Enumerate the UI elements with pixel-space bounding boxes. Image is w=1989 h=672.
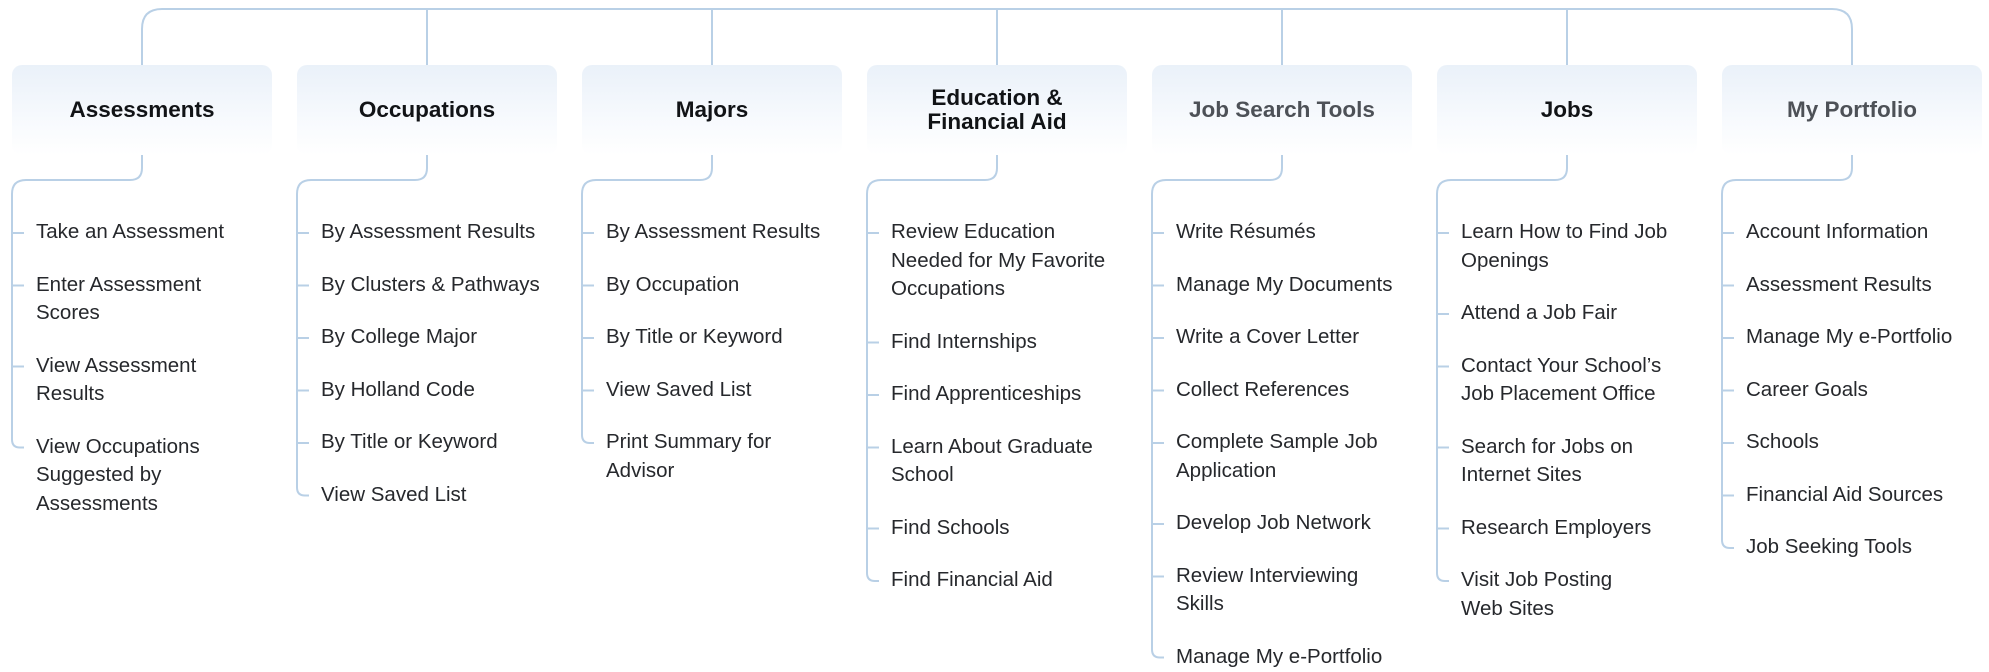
menu-item-3-0[interactable]: Review Education (891, 218, 1055, 246)
menu-item-3-1[interactable]: Find Internships (891, 328, 1037, 356)
header-to-rail-connector (296, 155, 428, 195)
menu-item-4-0[interactable]: Write Résumés (1176, 218, 1316, 246)
menu-item-4-2[interactable]: Write a Cover Letter (1176, 323, 1359, 351)
menu-item-3-5[interactable]: Find Financial Aid (891, 566, 1053, 594)
menu-item-6-6[interactable]: Job Seeking Tools (1746, 533, 1912, 561)
menu-item-4-6[interactable]: Skills (1176, 590, 1224, 618)
menu-item-4-5[interactable]: Develop Job Network (1176, 509, 1371, 537)
menu-item-2-3[interactable]: View Saved List (606, 376, 751, 404)
menu-item-6-4[interactable]: Schools (1746, 428, 1819, 456)
menu-item-4-4[interactable]: Application (1176, 457, 1276, 485)
category-header-2[interactable]: Majors (582, 65, 842, 155)
menu-item-6-1[interactable]: Assessment Results (1746, 271, 1932, 299)
category-header-4[interactable]: Job Search Tools (1152, 65, 1412, 155)
menu-item-2-1[interactable]: By Occupation (606, 271, 739, 299)
menu-item-5-4[interactable]: Research Employers (1461, 514, 1651, 542)
menu-item-1-0[interactable]: By Assessment Results (321, 218, 535, 246)
category-header-label: Job Search Tools (1189, 97, 1375, 122)
menu-item-0-1[interactable]: Scores (36, 299, 100, 327)
header-to-rail-connector (1721, 155, 1853, 195)
menu-item-0-3[interactable]: View Occupations (36, 433, 200, 461)
menu-item-4-3[interactable]: Collect References (1176, 376, 1349, 404)
category-header-label: Majors (675, 97, 749, 122)
menu-item-3-2[interactable]: Find Apprenticeships (891, 380, 1081, 408)
category-header-1[interactable]: Occupations (297, 65, 557, 155)
menu-item-0-2[interactable]: Results (36, 380, 104, 408)
menu-item-3-3[interactable]: School (891, 461, 954, 489)
menu-item-5-5[interactable]: Web Sites (1461, 595, 1554, 623)
menu-item-5-0[interactable]: Learn How to Find Job (1461, 218, 1667, 246)
menu-item-2-2[interactable]: By Title or Keyword (606, 323, 783, 351)
category-header-5[interactable]: Jobs (1437, 65, 1697, 155)
menu-item-6-0[interactable]: Account Information (1746, 218, 1928, 246)
menu-item-1-4[interactable]: By Title or Keyword (321, 428, 498, 456)
menu-item-0-3[interactable]: Assessments (36, 490, 158, 518)
item-rail (1436, 194, 1449, 582)
menu-item-5-1[interactable]: Attend a Job Fair (1461, 299, 1617, 327)
menu-item-3-4[interactable]: Find Schools (891, 514, 1010, 542)
item-rail (581, 194, 594, 444)
category-header-label-line: Education & (931, 85, 1063, 110)
menu-item-5-5[interactable]: Visit Job Posting (1461, 566, 1612, 594)
menu-item-4-6[interactable]: Review Interviewing (1176, 562, 1358, 590)
menu-item-2-4[interactable]: Advisor (606, 457, 674, 485)
menu-item-5-2[interactable]: Contact Your School’s (1461, 352, 1661, 380)
menu-item-2-4[interactable]: Print Summary for (606, 428, 771, 456)
menu-item-6-5[interactable]: Financial Aid Sources (1746, 481, 1943, 509)
menu-item-6-2[interactable]: Manage My e-Portfolio (1746, 323, 1952, 351)
category-header-label: Jobs (1540, 97, 1594, 122)
menu-item-4-7[interactable]: Manage My e-Portfolio (1176, 643, 1382, 671)
menu-item-3-0[interactable]: Needed for My Favorite (891, 247, 1105, 275)
header-to-rail-connector (581, 155, 713, 195)
category-header-label: Education & Financial Aid (927, 86, 1066, 134)
menu-item-4-4[interactable]: Complete Sample Job (1176, 428, 1378, 456)
site-map-diagram: Assessments Take an Assessment Enter Asses… (0, 0, 1989, 672)
menu-item-4-1[interactable]: Manage My Documents (1176, 271, 1392, 299)
category-header-label-line: Financial Aid (927, 109, 1067, 134)
menu-item-5-0[interactable]: Openings (1461, 247, 1549, 275)
category-header-label: Assessments (69, 97, 215, 122)
menu-item-5-3[interactable]: Search for Jobs on (1461, 433, 1633, 461)
menu-item-0-1[interactable]: Enter Assessment (36, 271, 201, 299)
menu-item-2-0[interactable]: By Assessment Results (606, 218, 820, 246)
menu-item-1-5[interactable]: View Saved List (321, 481, 466, 509)
menu-item-0-3[interactable]: Suggested by (36, 461, 161, 489)
header-to-rail-connector (11, 155, 143, 195)
category-header-0[interactable]: Assessments (12, 65, 272, 155)
item-rail (866, 194, 879, 582)
category-header-6[interactable]: My Portfolio (1722, 65, 1982, 155)
header-to-rail-connector (1436, 155, 1568, 195)
menu-item-3-0[interactable]: Occupations (891, 275, 1005, 303)
item-rail (1151, 194, 1164, 659)
menu-item-1-3[interactable]: By Holland Code (321, 376, 475, 404)
item-rail (296, 194, 309, 497)
menu-item-0-0[interactable]: Take an Assessment (36, 218, 224, 246)
menu-item-5-3[interactable]: Internet Sites (1461, 461, 1582, 489)
header-to-rail-connector (1151, 155, 1283, 195)
category-header-3[interactable]: Education & Financial Aid (867, 65, 1127, 155)
menu-item-3-3[interactable]: Learn About Graduate (891, 433, 1093, 461)
menu-item-6-3[interactable]: Career Goals (1746, 376, 1868, 404)
category-header-label: Occupations (358, 97, 496, 122)
menu-item-0-2[interactable]: View Assessment (36, 352, 196, 380)
menu-item-1-2[interactable]: By College Major (321, 323, 477, 351)
header-to-rail-connector (866, 155, 998, 195)
menu-item-1-1[interactable]: By Clusters & Pathways (321, 271, 540, 299)
menu-item-5-2[interactable]: Job Placement Office (1461, 380, 1655, 408)
category-header-label: My Portfolio (1787, 97, 1917, 122)
